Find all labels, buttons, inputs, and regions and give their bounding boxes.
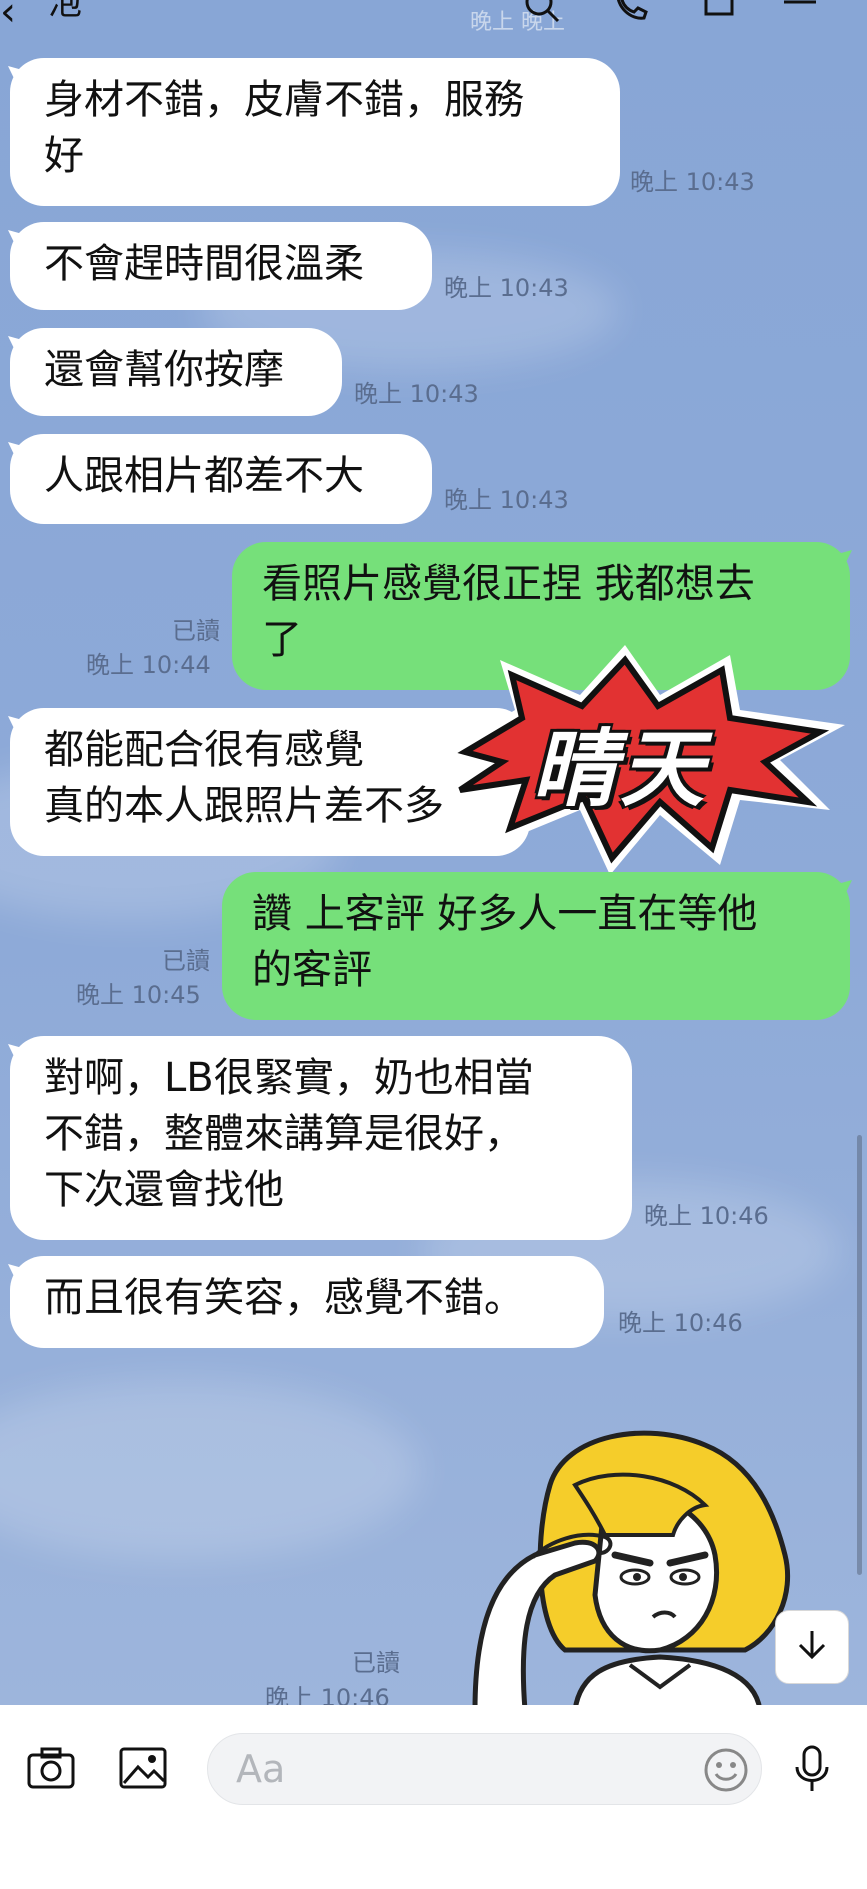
arrow-down-icon [792,1625,832,1669]
message-bubble-outgoing[interactable]: 讚 上客評 好多人一直在等他 的客評 [222,872,850,1020]
message-bubble-incoming[interactable]: 還會幫你按摩 [10,328,342,416]
scroll-to-bottom-button[interactable] [775,1610,849,1684]
message-input-container[interactable] [207,1733,762,1805]
emoji-icon[interactable] [702,1746,750,1794]
message-timestamp: 晚上 10:43 [354,380,479,408]
message-bubble-incoming[interactable]: 對啊，LB很緊實，奶也相當 不錯，整體來講算是很好， 下次還會找他 [10,1036,632,1240]
search-icon[interactable] [522,0,562,23]
message-bubble-incoming[interactable]: 不會趕時間很溫柔 [10,222,432,310]
message-bubble-incoming[interactable]: 而且很有笑容，感覺不錯。 [10,1256,604,1348]
message-timestamp: 晚上 10:44 [86,651,211,679]
message-timestamp: 晚上 10:46 [618,1309,743,1337]
badge-text: 晴天 [532,720,709,818]
message-input[interactable] [236,1734,656,1804]
phone-icon[interactable] [612,0,652,22]
notes-icon[interactable] [700,0,740,22]
message-timestamp: 晚上 10:43 [630,168,755,196]
read-receipt: 已讀 [172,617,220,645]
menu-icon[interactable] [780,0,820,22]
chat-header: ‹ 泡 晚上 晚上 [0,0,867,35]
scrollbar[interactable] [857,1135,862,1575]
image-icon[interactable] [116,1741,170,1795]
camera-icon[interactable] [24,1741,78,1795]
message-bubble-incoming[interactable]: 人跟相片都差不大 [10,434,432,524]
chat-title: 泡 [48,0,82,23]
message-timestamp: 晚上 10:45 [76,981,201,1009]
message-timestamp: 晚上 10:43 [444,486,569,514]
back-icon[interactable]: ‹ [0,0,16,32]
read-receipt: 已讀 [352,1649,400,1677]
message-timestamp: 晚上 10:46 [644,1202,769,1230]
microphone-icon[interactable] [785,1741,839,1795]
message-input-bar [0,1705,867,1889]
message-timestamp: 晚上 10:43 [444,274,569,302]
message-bubble-incoming[interactable]: 身材不錯，皮膚不錯，服務 好 [10,58,620,206]
weather-badge-sticker: 晴天 [420,640,860,880]
character-sticker[interactable] [455,1425,815,1713]
read-receipt: 已讀 [162,947,210,975]
